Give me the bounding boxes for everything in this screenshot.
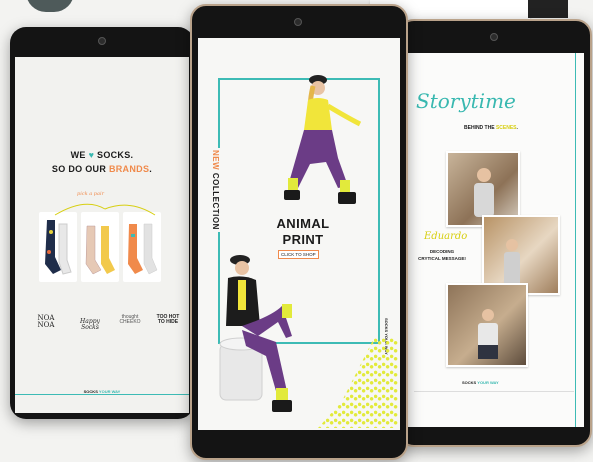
right-footer: SOCKS YOUR WAY xyxy=(462,380,499,386)
brand-too-hot-to-hide[interactable]: TOO HOT TO HIDE xyxy=(153,314,183,326)
subtitle-scenes: SCENES xyxy=(495,125,517,131)
subtitle-dot: . xyxy=(516,125,518,131)
sock-image-2 xyxy=(85,225,115,275)
tablet-left: WE ♥ SOCKS. SO DO OUR BRANDS. pick a pai… xyxy=(10,27,194,419)
background-right-block xyxy=(528,0,568,18)
headline-line2: SO DO OUR BRANDS. xyxy=(15,164,189,174)
camera-icon xyxy=(490,33,498,41)
camera-icon xyxy=(294,18,302,26)
left-screen: WE ♥ SOCKS. SO DO OUR BRANDS. pick a pai… xyxy=(15,57,189,413)
right-border-line xyxy=(575,53,576,427)
footer-socks: SOCKS xyxy=(462,380,477,385)
camera-icon xyxy=(98,37,106,45)
headline-word-socks: SOCKS. xyxy=(97,150,134,160)
right-screen: Storytime BEHIND THE SCENES. Eduardo DEC… xyxy=(406,53,584,427)
sock-card-2[interactable] xyxy=(81,212,119,282)
title-animal: ANIMAL xyxy=(258,216,348,231)
headline-brands: BRANDS xyxy=(108,164,150,174)
caption-line1: DECODING xyxy=(429,249,455,254)
leopard-pattern xyxy=(318,338,398,428)
subtitle-prefix: BEHIND THE xyxy=(464,125,495,131)
sock-card-3[interactable] xyxy=(123,212,161,282)
footer-your-way: YOUR WAY xyxy=(477,380,499,385)
vertical-title: NEW COLLECTION xyxy=(210,148,222,238)
middle-screen: NEW COLLECTION ANIMAL PRINT CLICK TO SHO… xyxy=(198,38,400,430)
sock-card-1[interactable] xyxy=(39,212,77,282)
footer-socks: SOCKS xyxy=(83,389,98,394)
brand-happy-socks[interactable]: Happy Socks xyxy=(71,318,109,332)
sock-image-1 xyxy=(45,220,72,275)
model-top-image xyxy=(284,75,362,204)
headline-line1: WE ♥ SOCKS. xyxy=(15,150,189,160)
headline-word-we: WE xyxy=(70,150,86,160)
model-bottom-image xyxy=(219,255,292,412)
caption-line2: CRYTICAL MESSAGE! xyxy=(418,256,466,261)
title-print: PRINT xyxy=(282,232,324,247)
brand-noanoa[interactable]: NOA NOA xyxy=(33,314,59,330)
footer-your-way: YOUR WAY xyxy=(98,389,121,394)
tablet-middle: NEW COLLECTION ANIMAL PRINT CLICK TO SHO… xyxy=(190,4,408,460)
left-footer: SOCKS YOUR WAY xyxy=(15,389,189,395)
eduardo-name: Eduardo xyxy=(424,231,468,242)
headline-dot: . xyxy=(149,164,153,174)
right-footer-divider xyxy=(414,391,574,392)
mockup-scene: WE ♥ SOCKS. SO DO OUR BRANDS. pick a pai… xyxy=(0,0,593,462)
vertical-new: NEW xyxy=(211,150,220,171)
brand-thought-cheeko[interactable]: thought CHEEKO xyxy=(115,314,145,326)
sock-image-3 xyxy=(128,223,158,275)
person-silhouette xyxy=(504,239,520,286)
headline-prefix: SO DO OUR xyxy=(51,164,107,174)
storytime-title: Storytime xyxy=(416,89,516,113)
hanger-strings xyxy=(54,203,156,216)
background-dark-object xyxy=(26,0,74,12)
vertical-collection: COLLECTION xyxy=(211,172,220,230)
heart-icon: ♥ xyxy=(88,150,95,160)
photo-worker-suspenders[interactable] xyxy=(446,283,528,367)
tablet-right: Storytime BEHIND THE SCENES. Eduardo DEC… xyxy=(398,19,592,447)
behind-the-scenes: BEHIND THE SCENES. xyxy=(464,125,518,131)
person-silhouette xyxy=(478,309,498,359)
